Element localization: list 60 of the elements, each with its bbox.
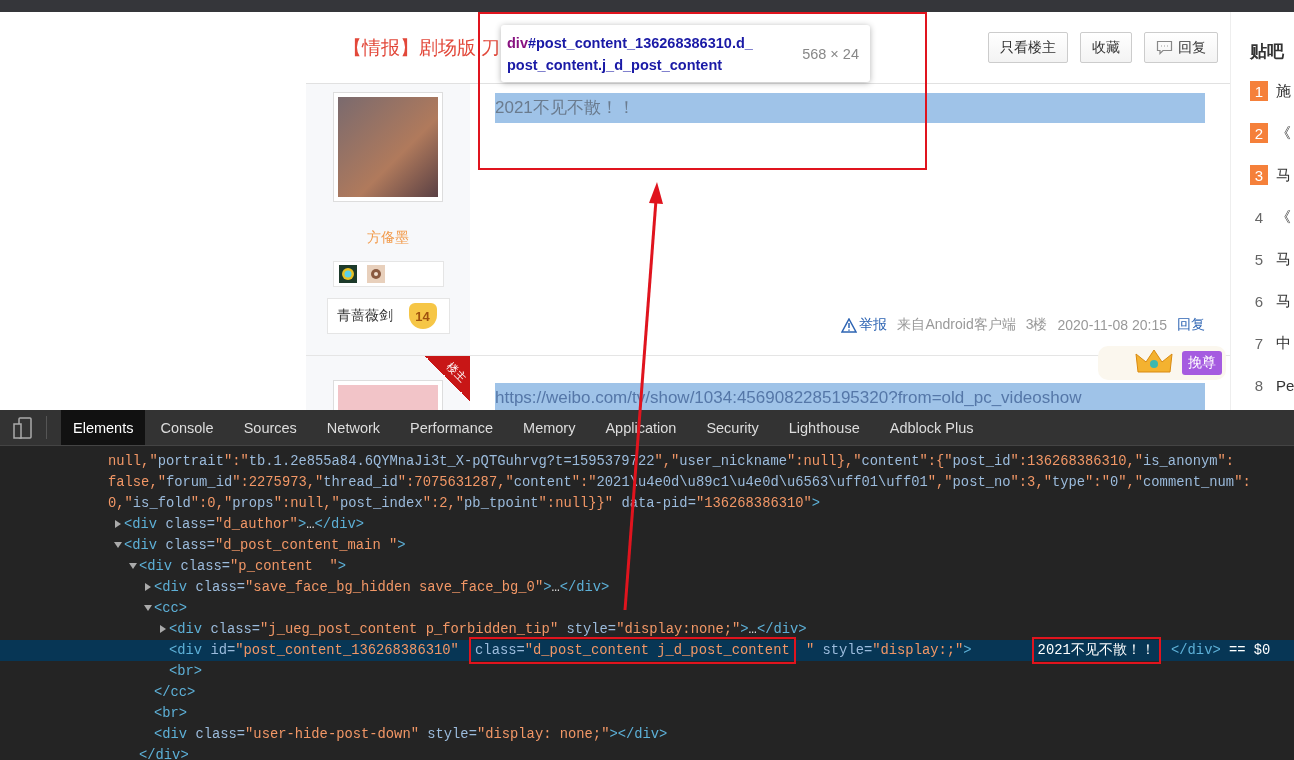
hot-topic-link[interactable]: 马 <box>1276 165 1291 185</box>
dom-node[interactable]: <div class="save_face_bg_hidden save_face_bg_0">…</div> <box>154 580 610 595</box>
dom-node[interactable]: <br> <box>169 664 203 679</box>
hot-topic-link[interactable]: 《 <box>1276 207 1291 227</box>
rank-number: 3 <box>1250 165 1268 185</box>
post-time: 2020-11-08 20:15 <box>1057 317 1167 333</box>
rank-number: 5 <box>1253 249 1265 269</box>
hot-topic-link[interactable]: 马 <box>1276 249 1291 269</box>
device-toolbar-icon[interactable] <box>13 416 33 439</box>
thread-title: 【情报】剧场版 刀 <box>343 35 501 60</box>
devtools-tab[interactable]: Lighthouse <box>773 410 875 445</box>
header-button[interactable]: 只看楼主 <box>988 32 1068 63</box>
sidebar-heading: 贴吧 <box>1250 41 1285 63</box>
highlight-box: 2021不见不散！！ <box>1031 637 1161 664</box>
dom-node[interactable]: </cc> <box>154 685 196 700</box>
dom-node[interactable]: <cc> <box>154 601 188 616</box>
warning-icon <box>841 317 858 333</box>
devtools-tab[interactable]: Adblock Plus <box>874 410 989 445</box>
rank-number: 1 <box>1250 81 1268 101</box>
hot-topic-link[interactable]: 施 <box>1276 81 1291 101</box>
devtools-tab[interactable]: Network <box>311 410 396 445</box>
dom-node[interactable]: <div class="p_content "> <box>139 559 346 574</box>
badge-label[interactable]: 挽尊 <box>1182 351 1222 375</box>
dom-node[interactable]: <div class="d_post_content_main "> <box>124 538 406 553</box>
rank-number: 4 <box>1253 207 1265 227</box>
hot-topic-link[interactable]: 中 <box>1276 333 1291 353</box>
hot-topic-link[interactable]: 《 <box>1276 123 1291 143</box>
floor-number: 3楼 <box>1025 316 1048 334</box>
dom-node[interactable]: <div class="d_author">…</div> <box>124 517 365 532</box>
level-title: 青蔷薇剑 <box>336 307 393 325</box>
post-source: 来自Android客户端 <box>897 316 1016 334</box>
highlight-box: class="d_post_content j_d_post_content <box>469 637 796 664</box>
level-badge: 14 <box>408 303 437 329</box>
element-selector: div#post_content_136268386310.d_post_content.j_d_post_content <box>507 33 754 75</box>
rank-number: 8 <box>1253 375 1265 395</box>
header-button[interactable]: 收藏 <box>1080 32 1132 63</box>
devtools-tab[interactable]: Memory <box>508 410 591 445</box>
devtools-tab[interactable]: Sources <box>228 410 312 445</box>
dom-node[interactable]: <div class="user-hide-post-down" style="display: none;"></div> <box>154 727 668 742</box>
dom-node[interactable]: <div class="j_ueg_post_content p_forbidden_tip" style="display:none;">…</div> <box>169 622 807 637</box>
dom-node[interactable]: <div id="post_content_136268386310" class="d_post_content j_d_post_content " style="display:;"> 2021不见不散！！ </div> == $0 <box>169 637 1271 664</box>
element-size: 568 × 24 <box>802 45 859 62</box>
rank-number: 2 <box>1250 123 1268 143</box>
flower-badge-icon[interactable] <box>366 265 385 283</box>
op-ribbon: 楼主 <box>425 356 470 401</box>
devtools-tab[interactable]: Console <box>145 410 229 445</box>
post-text: 2021不见不散！！ <box>495 93 1205 123</box>
header-button[interactable]: 回复 <box>1144 32 1218 63</box>
dom-node[interactable]: </div> <box>139 748 189 760</box>
report-link[interactable]: 举报 <box>859 316 888 334</box>
rank-number: 7 <box>1253 333 1265 353</box>
devtools-tab[interactable]: Security <box>691 410 774 445</box>
reply-link[interactable]: 回复 <box>1177 316 1205 334</box>
hot-topic-link[interactable]: Pe <box>1276 376 1294 394</box>
dom-node[interactable]: <br> <box>154 706 188 721</box>
devtools-tab[interactable]: Elements <box>61 410 146 445</box>
gear-badge-icon[interactable] <box>338 265 357 283</box>
hot-topic-link[interactable]: 马 <box>1276 291 1291 311</box>
rank-number: 6 <box>1253 291 1265 311</box>
devtools-tab[interactable]: Performance <box>395 410 509 445</box>
